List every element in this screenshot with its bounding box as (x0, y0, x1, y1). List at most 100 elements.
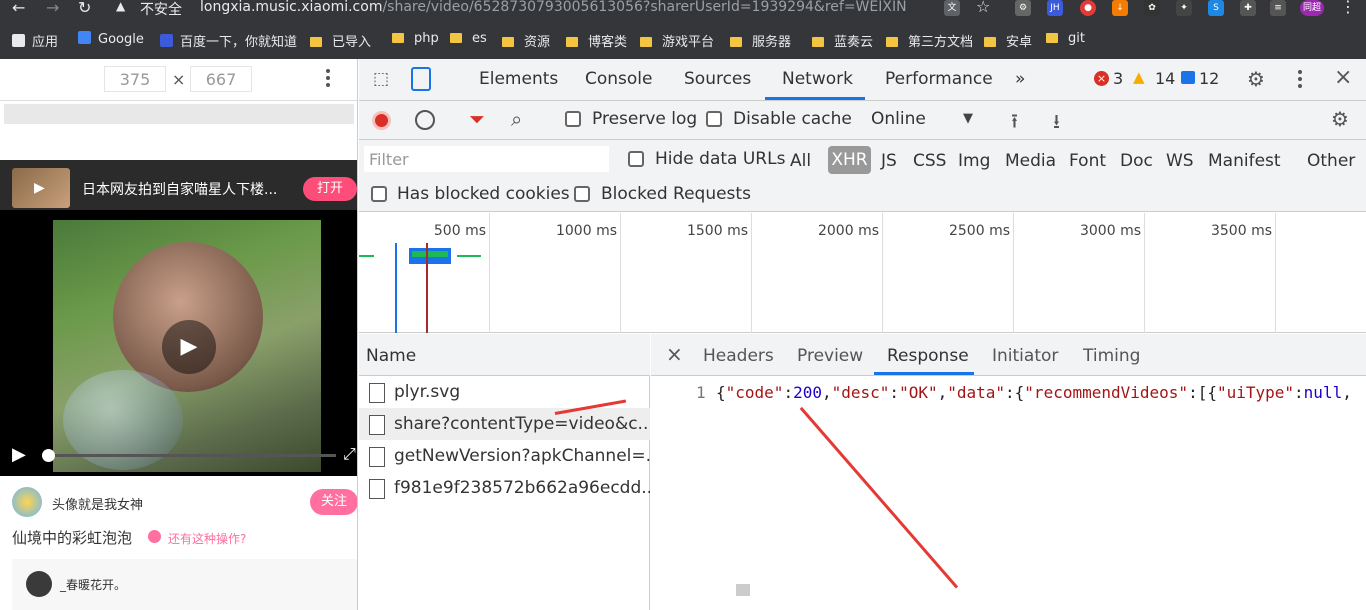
back-icon[interactable]: ← (12, 0, 25, 17)
security-label[interactable]: 不安全 (140, 0, 182, 19)
hide-data-urls-label[interactable]: Hide data URLs (655, 149, 785, 169)
address-bar[interactable]: longxia.music.xiaomi.com/share/video/652… (200, 0, 907, 15)
media-icon[interactable]: ≡ (1270, 0, 1286, 16)
warning-icon[interactable]: ▲ (116, 0, 125, 13)
network-overview[interactable]: 500 ms 1000 ms 1500 ms 2000 ms 2500 ms 3000 m… (359, 213, 1366, 333)
extension-download-icon[interactable]: ↓ (1112, 0, 1128, 16)
tab-timing[interactable]: Timing (1083, 346, 1140, 366)
filter-input[interactable]: Filter (364, 146, 609, 172)
error-count[interactable]: 3 (1113, 69, 1123, 88)
request-row[interactable]: f981e9f238572b662a96ecdd... (359, 472, 650, 504)
type-media[interactable]: Media (1005, 151, 1056, 171)
extension-gear-icon[interactable]: ⚙ (1015, 0, 1031, 16)
bookmark-item[interactable]: 安卓 (984, 31, 1032, 50)
extension-flower-icon[interactable]: ✿ (1144, 0, 1160, 16)
horizontal-scrollbar[interactable] (736, 584, 750, 596)
type-ws[interactable]: WS (1166, 151, 1194, 171)
forward-icon[interactable]: → (46, 0, 59, 17)
device-menu-icon[interactable] (326, 69, 330, 90)
type-font[interactable]: Font (1069, 151, 1106, 171)
bookmark-item[interactable]: 博客类 (566, 31, 627, 50)
extension-s-icon[interactable]: S (1208, 0, 1224, 16)
app-banner[interactable]: ▶ 日本网友拍到自家喵星人下楼... 打开 (0, 160, 357, 210)
translate-icon[interactable]: 文 (944, 0, 960, 16)
search-icon[interactable]: ⌕ (511, 107, 522, 131)
bookmark-item[interactable]: es (450, 31, 487, 46)
chevron-down-icon[interactable]: ▼ (963, 111, 973, 126)
device-toggle-icon[interactable] (411, 67, 431, 91)
open-app-button[interactable]: 打开 (303, 177, 357, 201)
request-row[interactable]: share?contentType=video&c... (359, 408, 650, 440)
disable-cache-checkbox[interactable] (706, 111, 722, 127)
blocked-cookies-checkbox[interactable] (371, 186, 387, 202)
type-manifest[interactable]: Manifest (1208, 151, 1281, 171)
device-width-input[interactable]: 375 (104, 66, 166, 92)
type-all[interactable]: All (790, 151, 811, 171)
bookmark-item[interactable]: 应用 (12, 31, 58, 50)
tab-performance[interactable]: Performance (885, 69, 993, 89)
preserve-log-checkbox[interactable] (565, 111, 581, 127)
profile-avatar[interactable]: 同超 (1300, 0, 1324, 16)
inspect-icon[interactable]: ⬚ (373, 69, 389, 89)
settings-icon[interactable]: ⚙ (1247, 67, 1265, 91)
error-icon[interactable]: × (1094, 71, 1109, 86)
throttle-select[interactable]: Online (871, 109, 926, 129)
small-play-icon[interactable]: ▶ (12, 444, 26, 465)
extension-jh-icon[interactable]: JH (1047, 0, 1063, 16)
progress-knob[interactable] (42, 449, 55, 462)
record-icon[interactable] (372, 111, 391, 130)
message-icon[interactable] (1181, 71, 1195, 84)
video-progress[interactable] (42, 449, 336, 462)
bookmark-item[interactable]: 第三方文档 (886, 31, 973, 50)
network-settings-icon[interactable]: ⚙ (1331, 107, 1349, 131)
extension-chrome-icon[interactable]: ● (1080, 0, 1096, 16)
bookmark-item[interactable]: 资源 (502, 31, 550, 50)
play-icon[interactable]: ▶ (162, 320, 216, 374)
bookmark-item[interactable]: 百度一下，你就知道 (160, 31, 297, 50)
blocked-cookies-label[interactable]: Has blocked cookies (397, 184, 570, 204)
bookmark-item[interactable]: php (392, 31, 439, 46)
author-avatar[interactable] (12, 487, 42, 517)
type-img[interactable]: Img (958, 151, 990, 171)
author-name[interactable]: 头像就是我女神 (52, 494, 143, 513)
fullscreen-icon[interactable]: ⤢ (343, 444, 356, 464)
name-column-header[interactable]: Name (359, 334, 650, 376)
tab-preview[interactable]: Preview (797, 346, 863, 366)
bookmark-item[interactable]: 蓝奏云 (812, 31, 873, 50)
video-player[interactable]: ▶ ▶ ⤢ (0, 210, 357, 476)
device-height-input[interactable]: 667 (190, 66, 252, 92)
more-tabs-icon[interactable]: » (1015, 69, 1025, 89)
star-icon[interactable]: ☆ (976, 0, 990, 16)
follow-button[interactable]: 关注 (310, 489, 357, 515)
tab-headers[interactable]: Headers (703, 346, 774, 366)
clear-icon[interactable] (415, 110, 435, 130)
type-js[interactable]: JS (881, 151, 897, 171)
extension-puzzle-icon[interactable]: ✦ (1176, 0, 1192, 16)
tab-network[interactable]: Network (782, 69, 853, 89)
type-other[interactable]: Other (1307, 151, 1355, 171)
message-count[interactable]: 12 (1199, 69, 1219, 88)
reload-icon[interactable]: ↻ (78, 0, 91, 17)
devtools-menu-icon[interactable] (1298, 70, 1302, 91)
hide-data-urls-checkbox[interactable] (628, 151, 644, 167)
export-har-icon[interactable]: ⭳ (1053, 107, 1060, 141)
response-body[interactable]: 1 {"code":200,"desc":"OK","data":{"recom… (651, 378, 1366, 610)
bookmark-item[interactable]: 已导入 (310, 31, 371, 50)
tab-elements[interactable]: Elements (479, 69, 558, 89)
bookmark-item[interactable]: 游戏平台 (640, 31, 714, 50)
blocked-requests-label[interactable]: Blocked Requests (601, 184, 751, 204)
import-har-icon[interactable]: ⭱ (1011, 107, 1018, 141)
warning-count[interactable]: 14 (1155, 69, 1175, 88)
menu-icon[interactable]: ⋮ (1340, 0, 1356, 16)
bookmark-item[interactable]: Google (78, 31, 144, 47)
video-tag[interactable]: 还有这种操作? (168, 530, 246, 547)
tab-initiator[interactable]: Initiator (992, 346, 1058, 366)
warning-count-icon[interactable]: ▲ (1133, 68, 1145, 86)
bookmark-item[interactable]: 服务器 (730, 31, 791, 50)
preserve-log-label[interactable]: Preserve log (592, 109, 697, 129)
bookmark-item[interactable]: git (1046, 31, 1085, 46)
tab-sources[interactable]: Sources (684, 69, 751, 89)
extensions-icon[interactable]: ✚ (1240, 0, 1256, 16)
tab-response[interactable]: Response (887, 346, 969, 366)
type-xhr[interactable]: XHR (828, 146, 871, 174)
